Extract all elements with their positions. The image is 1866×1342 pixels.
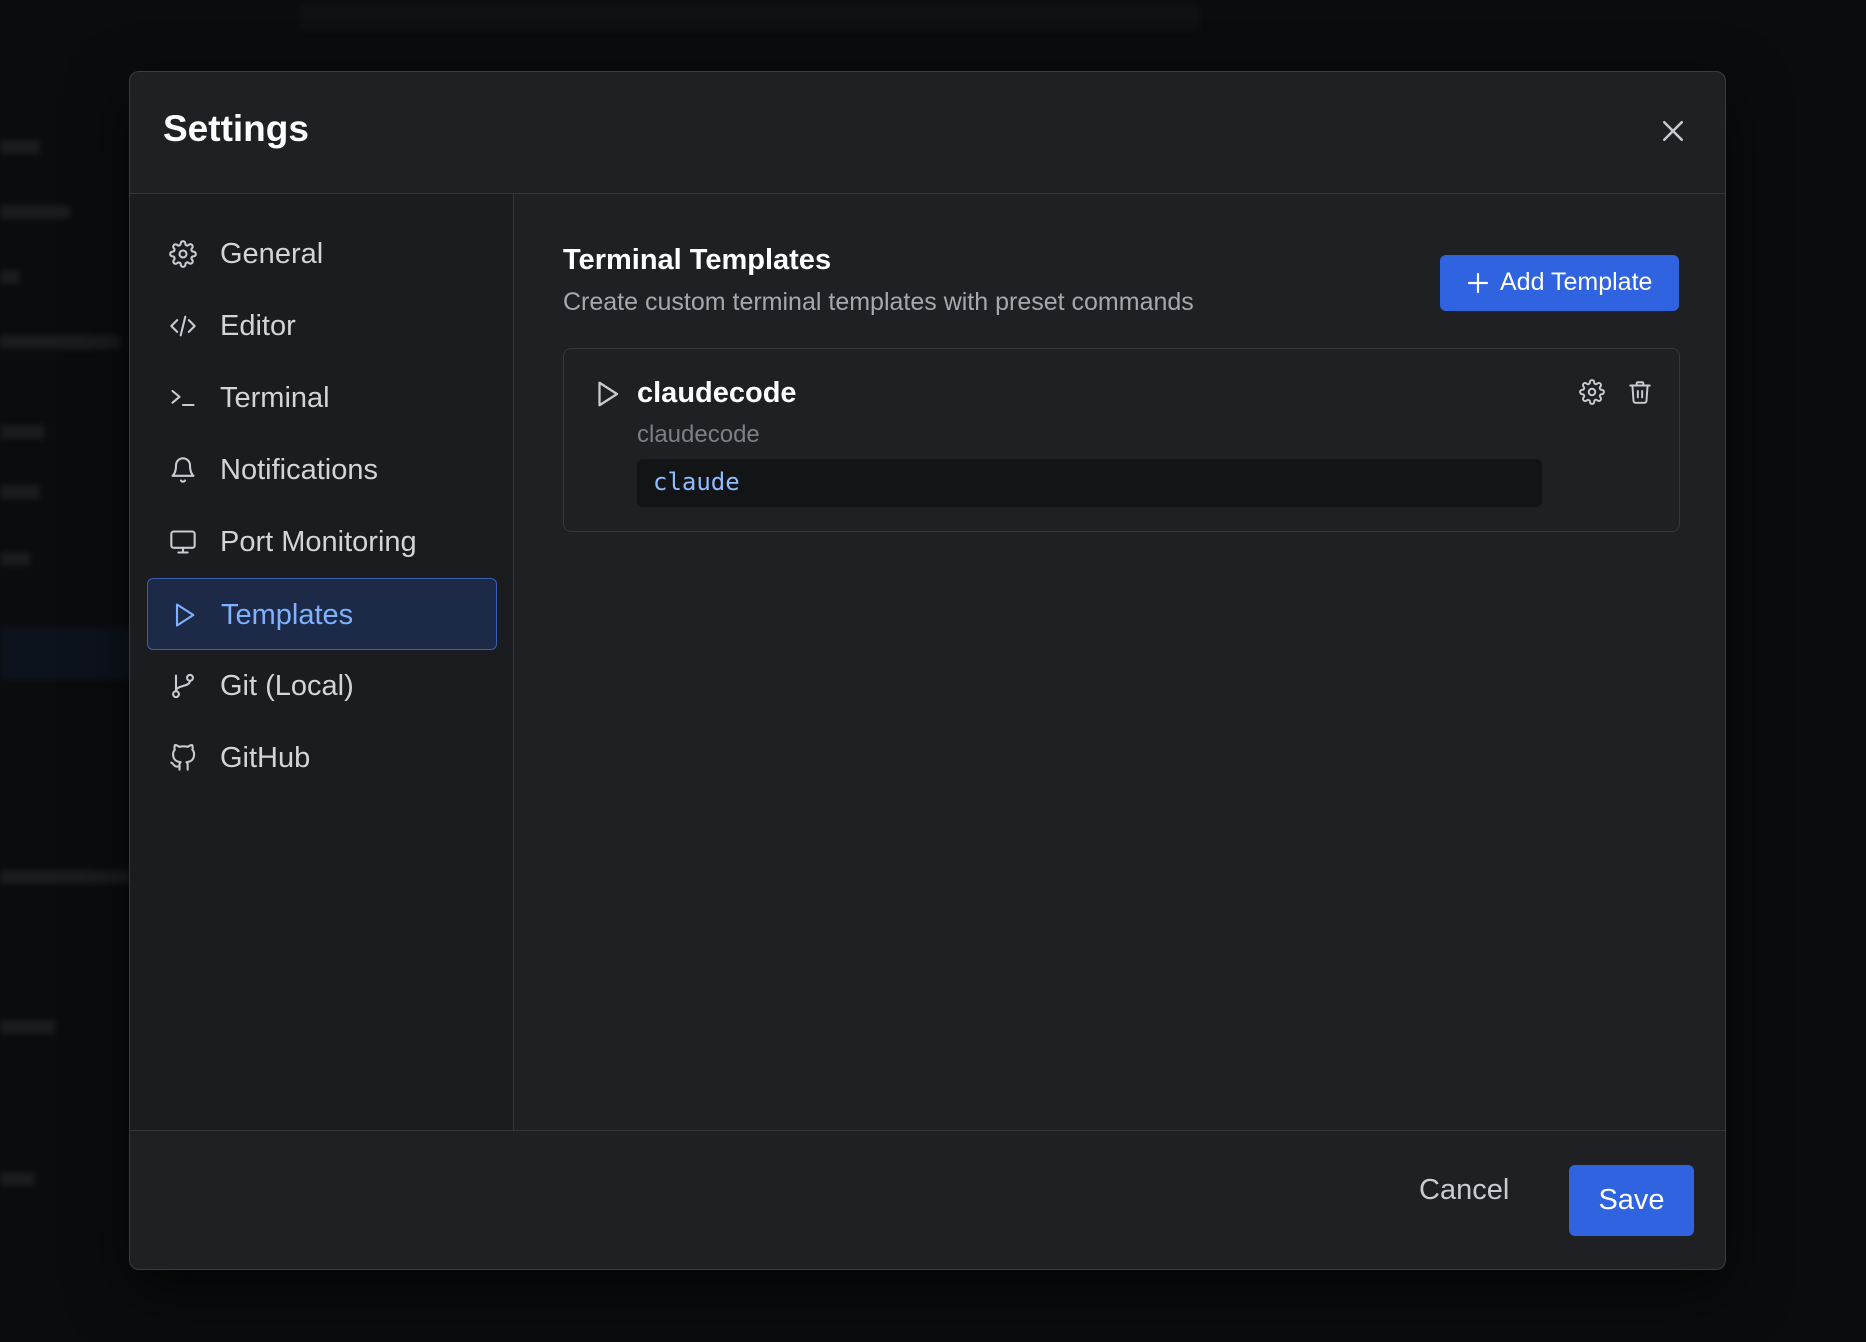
close-button[interactable] (1658, 116, 1688, 146)
sidebar-item-port-monitoring[interactable]: Port Monitoring (147, 506, 497, 578)
sidebar-item-notifications[interactable]: Notifications (147, 434, 497, 506)
templates-panel: Terminal Templates Create custom termina… (514, 194, 1725, 1130)
sidebar-item-label: Git (Local) (220, 670, 354, 702)
sidebar-item-label: Notifications (220, 454, 378, 486)
gear-icon (169, 240, 197, 268)
terminal-icon (169, 384, 197, 412)
git-branch-icon (169, 672, 197, 700)
dialog-footer: Cancel Save (130, 1130, 1725, 1269)
settings-sidebar: General Editor Terminal Notifications Po… (130, 194, 514, 1130)
sidebar-item-terminal[interactable]: Terminal (147, 362, 497, 434)
sidebar-item-editor[interactable]: Editor (147, 290, 497, 362)
close-icon (1663, 121, 1683, 141)
sidebar-item-github[interactable]: GitHub (147, 722, 497, 794)
template-subtitle: claudecode (637, 421, 760, 448)
cancel-button[interactable]: Cancel (1419, 1174, 1509, 1207)
bell-icon (169, 456, 197, 484)
save-button[interactable]: Save (1569, 1165, 1694, 1236)
sidebar-item-label: General (220, 238, 324, 270)
template-command-text: claude (653, 468, 740, 496)
sidebar-item-label: Templates (221, 599, 354, 631)
sidebar-item-templates[interactable]: Templates (147, 578, 497, 650)
template-command: claude (637, 459, 1542, 507)
section-description: Create custom terminal templates with pr… (563, 288, 1194, 316)
dialog-title: Settings (163, 108, 309, 149)
code-icon (169, 312, 197, 340)
sidebar-item-label: GitHub (220, 742, 311, 774)
add-template-button[interactable]: Add Template (1440, 255, 1679, 311)
gear-icon (1579, 379, 1605, 405)
trash-icon (1629, 381, 1651, 404)
dialog-header: Settings (130, 72, 1725, 194)
sidebar-item-label: Terminal (220, 382, 330, 414)
github-icon (169, 744, 197, 772)
play-icon (170, 601, 198, 629)
monitor-icon (169, 528, 197, 556)
template-delete-button[interactable] (1627, 379, 1653, 405)
sidebar-item-label: Port Monitoring (220, 526, 417, 558)
template-card: claudecode claudecode claude (563, 348, 1680, 532)
sidebar-item-git-local[interactable]: Git (Local) (147, 650, 497, 722)
template-settings-button[interactable] (1579, 379, 1605, 405)
settings-dialog: Settings General Editor Terminal Notific… (129, 71, 1726, 1270)
play-icon (592, 379, 622, 409)
section-title: Terminal Templates (563, 244, 832, 276)
plus-icon (1466, 271, 1490, 295)
template-name: claudecode (637, 377, 797, 409)
sidebar-item-general[interactable]: General (147, 218, 497, 290)
sidebar-item-label: Editor (220, 310, 296, 342)
add-template-label: Add Template (1500, 268, 1653, 296)
